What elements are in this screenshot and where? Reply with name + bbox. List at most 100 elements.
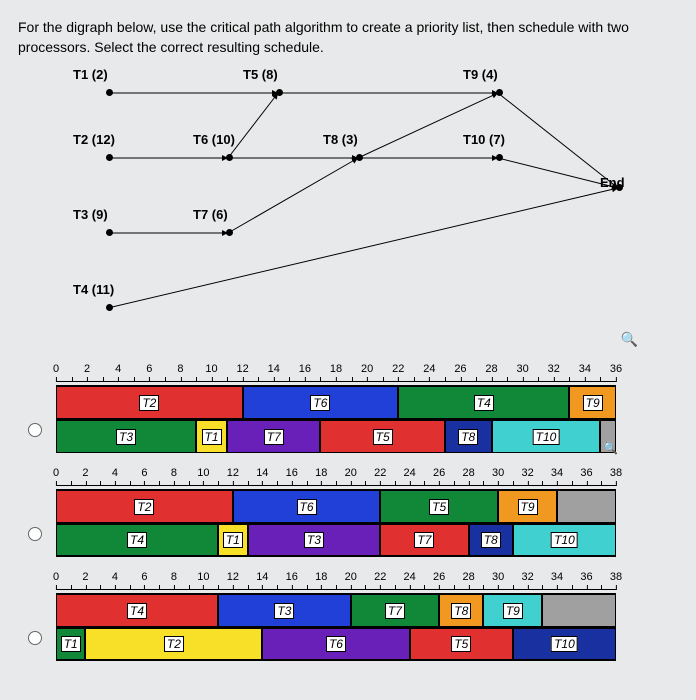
task-bar-t9: T9 [569,386,616,419]
tick-label: 20 [345,571,357,583]
tick-label: 8 [171,467,177,479]
tick-label: 2 [82,467,88,479]
task-label: T3 [304,532,324,548]
task-label: T7 [414,532,434,548]
question-text: For the digraph below, use the critical … [18,18,678,57]
tick-label: 32 [521,571,533,583]
digraph-edges [48,73,678,353]
task-bar-t9: T9 [483,594,542,627]
tick-label: 8 [171,571,177,583]
task-label: T1 [223,532,243,548]
task-label: T4 [127,532,147,548]
task-bar-t6: T6 [262,628,409,660]
tick-label: 36 [610,363,622,375]
tick-label: 0 [53,363,59,375]
radio-option-2[interactable] [28,631,42,645]
task-label: T9 [503,603,523,619]
task-label: T4 [474,395,494,411]
tick-label: 12 [227,571,239,583]
task-bar-t7: T7 [351,594,439,627]
tick-label: 28 [463,571,475,583]
task-label: T10 [551,636,578,652]
tick-label: 30 [492,467,504,479]
task-label: T8 [481,532,501,548]
task-label: T4 [127,603,147,619]
tick-label: 36 [580,571,592,583]
task-bar-t2: T2 [85,628,262,660]
task-label: T6 [296,499,316,515]
task-bar-t4: T4 [56,524,218,556]
task-bar-t7: T7 [380,524,468,556]
tick-label: 32 [548,363,560,375]
task-bar-t4: T4 [398,386,569,419]
tick-label: 0 [53,467,59,479]
answer-option-2: 02468101214161820222426283032343638T4T3T… [18,571,678,661]
task-bar-t8: T8 [469,524,513,556]
task-label: T8 [451,603,471,619]
tick-label: 6 [141,467,147,479]
tick-label: 16 [286,467,298,479]
tick-label: 24 [404,571,416,583]
task-label: T3 [116,429,136,445]
task-label: T7 [385,603,405,619]
task-bar-t5: T5 [320,420,444,453]
task-bar-t10: T10 [513,524,616,556]
task-bar-idle [542,594,616,627]
tick-label: 26 [433,571,445,583]
task-bar-t5: T5 [380,490,498,523]
task-bar-t6: T6 [243,386,399,419]
tick-label: 2 [84,363,90,375]
answer-options: 024681012141618202224262830323436T2T6T4T… [18,363,678,661]
tick-label: 10 [205,363,217,375]
tick-label: 20 [361,363,373,375]
task-bar-t8: T8 [445,420,492,453]
processor-row-1: T4 T1 T3 T7 T8 T10 [56,523,616,557]
task-label: T5 [373,429,393,445]
task-bar-t6: T6 [233,490,380,523]
task-label: T6 [326,636,346,652]
task-label: T1 [202,429,222,445]
task-label: T1 [61,636,81,652]
task-bar-t8: T8 [439,594,483,627]
task-label: T7 [264,429,284,445]
tick-label: 6 [146,363,152,375]
task-bar-t3: T3 [218,594,351,627]
task-bar-t4: T4 [56,594,218,627]
tick-label: 22 [374,467,386,479]
tick-label: 14 [268,363,280,375]
task-bar-t5: T5 [410,628,513,660]
task-label: T3 [274,603,294,619]
tick-label: 38 [610,571,622,583]
tick-label: 28 [485,363,497,375]
tick-label: 26 [433,467,445,479]
processor-row-0: T2 T6 T5 T9 [56,489,616,523]
processor-row-1: T3T1T7T5T8T10 [56,419,616,453]
answer-option-1: 02468101214161820222426283032343638T2T6T… [18,467,678,557]
task-label: T9 [518,499,538,515]
task-bar-idle [557,490,616,523]
task-label: T5 [451,636,471,652]
tick-label: 30 [492,571,504,583]
tick-label: 16 [286,571,298,583]
tick-label: 26 [454,363,466,375]
task-label: T2 [134,499,154,515]
tick-label: 30 [517,363,529,375]
tick-label: 10 [197,467,209,479]
magnify-icon: 🔍 [603,441,618,455]
tick-label: 0 [53,571,59,583]
radio-option-1[interactable] [28,527,42,541]
task-bar-t7: T7 [227,420,320,453]
tick-label: 22 [374,571,386,583]
task-label: T5 [429,499,449,515]
tick-label: 24 [404,467,416,479]
tick-label: 4 [112,571,118,583]
tick-label: 34 [551,467,563,479]
task-label: T2 [139,395,159,411]
tick-label: 6 [141,571,147,583]
digraph-figure: 🔍 T1 (2)T2 (12)T3 (9)T4 (11)T5 (8)T6 (10… [48,73,678,353]
tick-label: 18 [330,363,342,375]
task-bar-t1: T1 [56,628,85,660]
radio-option-0[interactable] [28,423,42,437]
task-bar-t2: T2 [56,490,233,523]
tick-label: 22 [392,363,404,375]
